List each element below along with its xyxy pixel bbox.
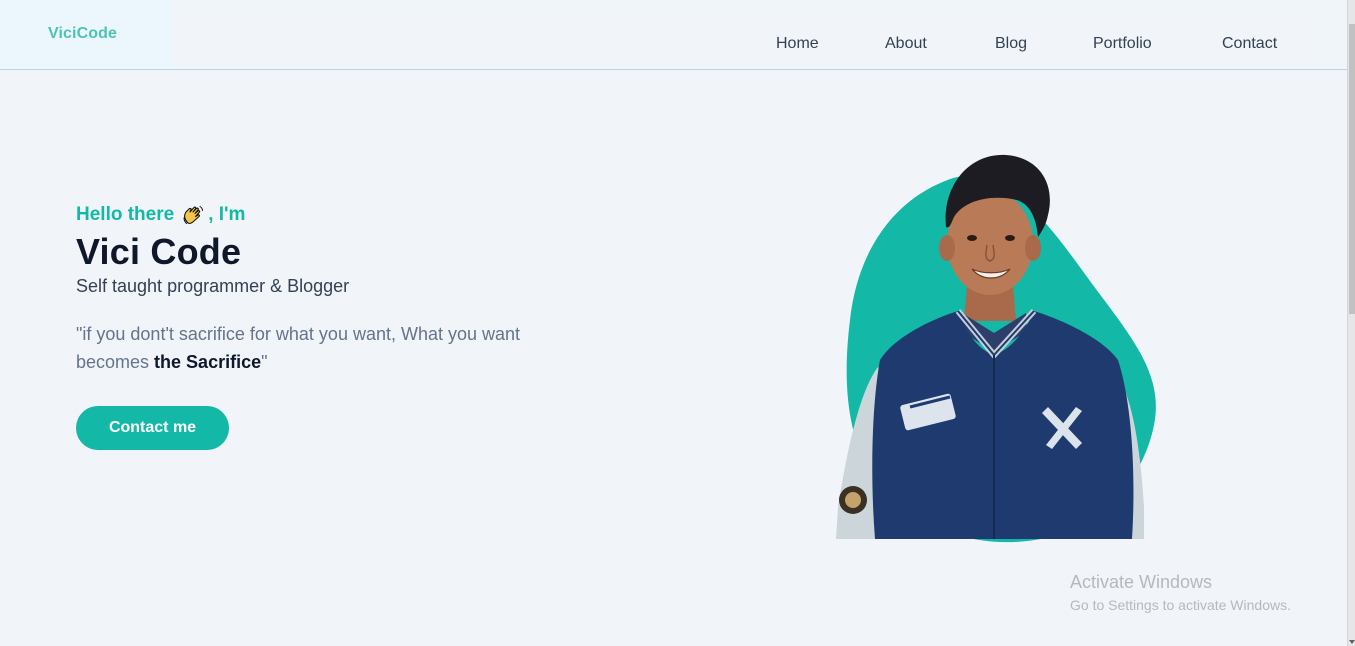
quote-emphasis: the Sacrifice <box>154 352 262 372</box>
page: ViciCode Home About Blog Portfolio Conta… <box>0 0 1347 646</box>
nav-blog-link[interactable]: Blog <box>995 35 1027 53</box>
nav-portfolio-link[interactable]: Portfolio <box>1093 35 1152 53</box>
quote-close: " <box>261 352 268 372</box>
hero-quote: "if you dont't sacrifice for what you wa… <box>76 320 586 376</box>
greeting-suffix: , I'm <box>208 204 246 225</box>
hero-name: Vici Code <box>76 231 242 272</box>
brand-area: ViciCode <box>0 0 172 69</box>
nav-about-link[interactable]: About <box>885 35 927 53</box>
scroll-down-arrow-icon[interactable] <box>1349 640 1355 644</box>
activate-windows-subtitle: Go to Settings to activate Windows. <box>1070 597 1291 613</box>
waving-hand-icon <box>181 203 205 227</box>
greeting: Hello there , I'm <box>76 203 245 227</box>
quote-text: "if you dont't sacrifice for what you wa… <box>76 324 521 372</box>
nav-menu: Home About Blog Portfolio Contact <box>172 9 1316 67</box>
navbar: ViciCode Home About Blog Portfolio Conta… <box>0 0 1347 70</box>
activate-windows-title: Activate Windows <box>1070 572 1213 592</box>
nav-home-link[interactable]: Home <box>776 35 819 53</box>
hero-subtitle: Self taught programmer & Blogger <box>76 276 350 296</box>
page-scrollbar[interactable] <box>1347 0 1355 646</box>
scrollbar-thumb[interactable] <box>1349 24 1355 314</box>
greeting-text: Hello there <box>76 204 175 225</box>
contact-me-button[interactable]: Contact me <box>76 406 229 450</box>
nav-contact-link[interactable]: Contact <box>1222 35 1277 53</box>
brand-logo-link[interactable]: ViciCode <box>48 25 117 43</box>
profile-photo <box>820 145 1170 545</box>
